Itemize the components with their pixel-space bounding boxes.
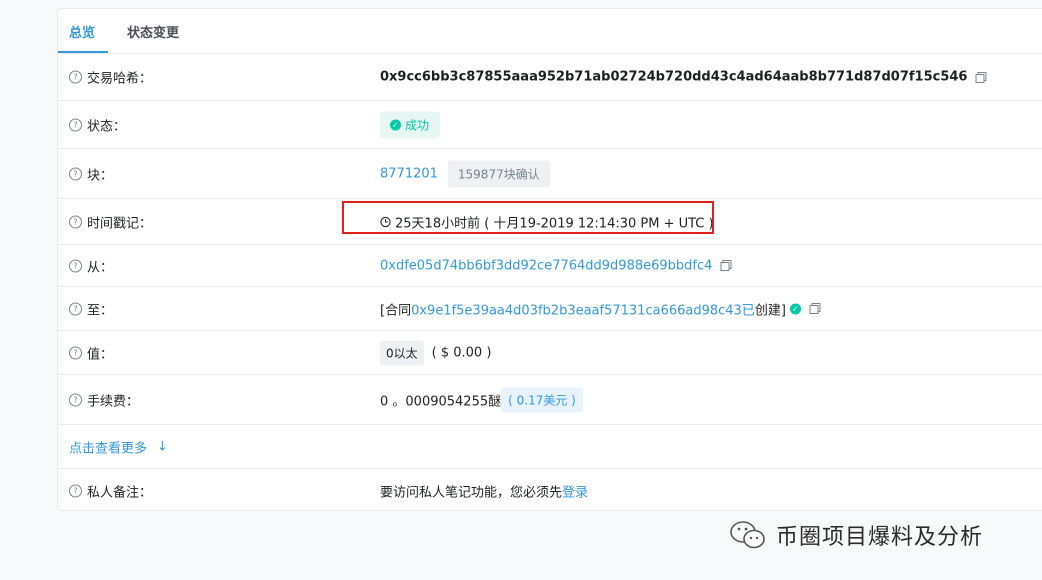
fee-label: ? 手续费：: [69, 390, 139, 409]
question-icon[interactable]: ?: [69, 70, 82, 84]
from-label-text: 从：: [87, 260, 114, 275]
tx-hash-text: 0x9cc6bb3c87855aaa952b71ab02724b720dd43c…: [380, 69, 968, 85]
fee-label-text: 手续费：: [87, 394, 140, 409]
timestamp-label: ? 时间戳记：: [69, 212, 152, 231]
tab-state-changes[interactable]: 状态变更: [127, 22, 179, 41]
question-icon[interactable]: ?: [69, 167, 82, 180]
note-value: 要访问私人笔记功能，您必须先 登录: [380, 481, 588, 500]
arrow-down-icon: ↓: [157, 439, 168, 454]
see-more-text: 点击查看更多: [69, 441, 148, 456]
status-text: 成功: [405, 118, 430, 132]
row-status: ? 状态： ✓ 成功: [58, 101, 1042, 149]
to-value: [合同 0x9e1f5e39aa4d03fb2b3eaaf57131ca666a…: [380, 299, 821, 318]
check-circle-icon: ✓: [390, 119, 401, 130]
block-value: 8771201 159877块确认: [380, 160, 550, 187]
question-icon[interactable]: ?: [69, 118, 82, 131]
block-label-text: 块：: [87, 168, 114, 183]
value-fiat: ( $ 0.00 ): [431, 345, 492, 360]
block-label: ? 块：: [69, 164, 113, 183]
to-suffix: 创建]: [754, 303, 786, 318]
to-label: ? 至：: [69, 299, 113, 318]
note-text: 要访问私人笔记功能，您必须先: [380, 485, 563, 500]
status-label: ? 状态：: [69, 115, 126, 134]
value-value: 0以太 ( $ 0.00 ): [380, 340, 491, 365]
fee-value: 0 。0009054255醚 ( 0.17美元 ): [380, 387, 583, 412]
watermark-text: 币圈项目爆料及分析: [776, 525, 984, 550]
question-icon[interactable]: ?: [69, 484, 82, 497]
row-tx-hash: ? 交易哈希： 0x9cc6bb3c87855aaa952b71ab02724b…: [58, 54, 1042, 101]
see-more-link[interactable]: 点击查看更多 ↓: [69, 437, 168, 456]
question-icon[interactable]: ?: [69, 393, 82, 406]
to-label-text: 至：: [87, 303, 114, 318]
status-label-text: 状态：: [87, 119, 127, 134]
verified-check-icon: ✓: [789, 303, 801, 314]
tx-hash-value: 0x9cc6bb3c87855aaa952b71ab02724b720dd43c…: [380, 70, 987, 85]
status-value: ✓ 成功: [380, 111, 441, 138]
row-to: ? 至： [合同 0x9e1f5e39aa4d03fb2b3eaaf57131c…: [58, 287, 1042, 331]
question-icon[interactable]: ?: [69, 259, 82, 272]
from-value: 0xdfe05d74bb6bf3dd92ce7764dd9d988e69bbdf…: [380, 258, 732, 273]
fee-fiat: ( 0.17美元 ): [501, 387, 583, 412]
row-private-note: ? 私人备注： 要访问私人笔记功能，您必须先 登录: [58, 469, 1042, 512]
copy-icon[interactable]: [720, 260, 732, 272]
timestamp-label-text: 时间戳记：: [87, 216, 153, 231]
row-more: 点击查看更多 ↓: [58, 425, 1042, 469]
row-block: ? 块： 8771201 159877块确认: [58, 149, 1042, 199]
to-contract-link[interactable]: 0x9e1f5e39aa4d03fb2b3eaaf57131ca666ad98c…: [411, 299, 755, 318]
tab-overview[interactable]: 总览: [57, 22, 109, 53]
row-fee: ? 手续费： 0 。0009054255醚 ( 0.17美元 ): [58, 375, 1042, 425]
copy-icon[interactable]: [809, 303, 821, 315]
question-icon[interactable]: ?: [69, 215, 82, 228]
confirmations-badge: 159877块确认: [447, 160, 550, 187]
status-badge: ✓ 成功: [380, 111, 441, 138]
to-prefix: [合同: [380, 303, 412, 318]
from-address-link[interactable]: 0xdfe05d74bb6bf3dd92ce7764dd9d988e69bbdf…: [380, 258, 712, 273]
fee-amount: 0 。0009054255醚: [380, 394, 502, 409]
value-amount: 0以太: [380, 340, 424, 365]
value-label-text: 值：: [87, 347, 114, 362]
note-label-text: 私人备注：: [87, 485, 153, 500]
note-label: ? 私人备注：: [69, 481, 152, 500]
tx-hash-label: ? 交易哈希：: [69, 68, 152, 87]
row-from: ? 从： 0xdfe05d74bb6bf3dd92ce7764dd9d988e6…: [58, 245, 1042, 287]
tx-hash-label-text: 交易哈希：: [87, 71, 153, 87]
wechat-icon: [730, 521, 765, 549]
watermark: 币圈项目爆料及分析: [728, 519, 983, 551]
question-icon[interactable]: ?: [69, 302, 82, 315]
transaction-card: 总览 状态变更 ? 交易哈希： 0x9cc6bb3c87855aaa952b71…: [57, 8, 1042, 511]
from-label: ? 从：: [69, 256, 113, 275]
block-number-link[interactable]: 8771201: [380, 166, 438, 181]
login-link[interactable]: 登录: [562, 481, 588, 500]
copy-icon[interactable]: [975, 71, 987, 83]
annotation-highlight-box: [342, 201, 714, 234]
tab-bar: 总览 状态变更: [57, 9, 1042, 54]
value-label: ? 值：: [69, 343, 113, 362]
row-value: ? 值： 0以太 ( $ 0.00 ): [58, 331, 1042, 375]
question-icon[interactable]: ?: [69, 346, 82, 359]
